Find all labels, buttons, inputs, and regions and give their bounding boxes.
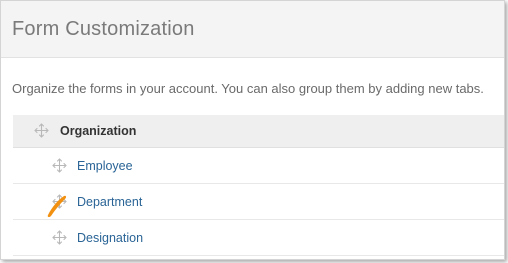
form-link-employee[interactable]: Employee [77, 159, 133, 173]
panel-header: Form Customization [1, 1, 504, 58]
group-label: Organization [60, 124, 137, 138]
move-arrows-icon[interactable] [52, 193, 67, 209]
form-item-employee[interactable]: Employee [13, 148, 504, 184]
tab-group-organization[interactable]: Organization [13, 115, 504, 148]
form-customization-panel: Form Customization Organize the forms in… [0, 0, 505, 260]
form-list: Organization Employee Department Designa… [13, 115, 504, 256]
form-item-department[interactable]: Department [13, 184, 504, 220]
move-arrows-icon[interactable] [52, 157, 67, 173]
page-title: Form Customization [12, 18, 195, 40]
form-item-designation[interactable]: Designation [13, 220, 504, 256]
move-arrows-icon[interactable] [34, 123, 49, 138]
form-link-designation[interactable]: Designation [77, 231, 143, 245]
form-link-department[interactable]: Department [77, 195, 142, 209]
move-arrows-icon[interactable] [52, 229, 67, 245]
panel-description: Organize the forms in your account. You … [12, 81, 484, 96]
